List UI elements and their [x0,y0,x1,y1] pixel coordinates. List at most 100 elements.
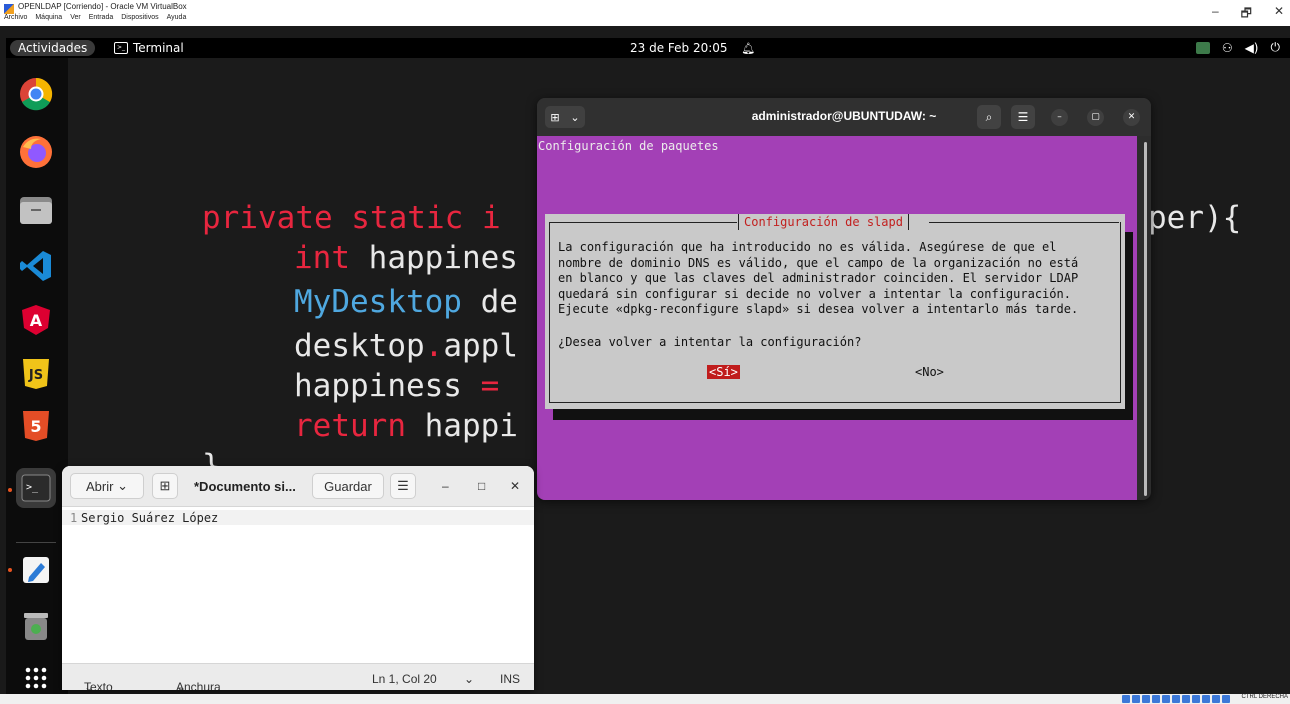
editor-menu-button[interactable]: ☰ [390,473,416,499]
open-button[interactable]: Abrir ⌄ [70,473,144,499]
dock-chrome[interactable] [16,74,56,114]
chrome-icon [20,77,53,111]
position-dropdown[interactable]: ⌄ [464,672,474,686]
menu-ver[interactable]: Ver [70,14,81,21]
open-button-label: Abrir [86,478,114,494]
host-minimize-button[interactable]: – [1212,4,1219,25]
virtualbox-statusbar: CTRL DERECHA [0,694,1290,704]
editor-headerbar: Abrir ⌄ ⊞ *Documento si... Guardar ☰ – □… [62,466,534,507]
cursor-position[interactable]: Ln 1, Col 20 [372,672,437,686]
host-close-button[interactable]: ✕ [1274,4,1284,25]
terminal-icon: >_ [114,42,128,54]
yes-button[interactable]: <Sí> [707,365,740,379]
angular-icon: A [22,305,50,335]
editor-text-area[interactable]: 1 Sergio Suárez López [62,507,534,663]
terminal-close-button[interactable]: ✕ [1123,109,1140,126]
html5-icon: 5 [23,411,49,441]
activities-button[interactable]: Actividades [10,40,96,56]
optical-drive-icon[interactable] [1132,695,1140,703]
editor-close-button[interactable]: ✕ [510,479,520,493]
clock[interactable]: 23 de Feb 20:05 🔔︎ [630,41,755,55]
terminal-maximize-button[interactable]: ▢ [1087,109,1104,126]
system-tray[interactable]: ⚇ ◀) ⏻ [1195,40,1281,55]
terminal-app-icon: >_ [21,474,51,502]
dock-show-apps[interactable] [16,658,56,694]
host-window-controls: – 🗗 ✕ [1212,4,1284,25]
terminal-content[interactable]: Configuración de paquetes Configuración … [537,136,1137,500]
menu-entrada[interactable]: Entrada [89,14,114,21]
cpu-icon[interactable] [1202,695,1210,703]
running-indicator [8,568,12,572]
svg-text:5: 5 [30,417,41,436]
menu-maquina[interactable]: Máquina [35,14,62,21]
terminal-window: ⊞ ⌄ administrador@UBUNTUDAW: ~ ⌕ ☰ – ▢ ✕… [537,98,1151,500]
package-config-header: Configuración de paquetes [538,139,719,153]
terminal-search-button[interactable]: ⌕ [977,105,1001,129]
dialog-frame-top [549,222,737,223]
mouse-integration-icon[interactable] [1212,695,1220,703]
firefox-icon [20,136,52,168]
host-restore-button[interactable]: 🗗 [1241,4,1252,25]
network-adapter-icon[interactable] [1152,695,1160,703]
terminal-menu-button[interactable]: ☰ [1011,105,1035,129]
guest-desktop: Actividades >_ Terminal 23 de Feb 20:05 … [6,38,1290,694]
wallpaper-code-line: int happines [294,240,518,276]
display-icon[interactable] [1182,695,1190,703]
folder-icon [20,197,52,224]
editor-maximize-button[interactable]: □ [478,479,485,493]
minimize-icon: – [1057,112,1062,122]
trash-icon [24,613,48,640]
recording-icon[interactable] [1192,695,1200,703]
keyboard-icon[interactable] [1222,695,1230,703]
new-tab-button[interactable]: ⊞ [152,473,178,499]
dock-separator [16,542,56,543]
chevron-down-icon: ⌄ [84,680,95,690]
power-icon: ⏻ [1270,40,1281,54]
dock-text-editor[interactable] [16,550,56,590]
virtualbox-tray-icon [1195,41,1210,54]
dock-firefox[interactable] [16,132,56,172]
audio-icon[interactable] [1142,695,1150,703]
javascript-icon: JS [23,359,49,389]
dock-html5[interactable]: 5 [16,406,56,446]
window-title: OPENLDAP [Corriendo] - Oracle VM Virtual… [18,2,187,11]
menu-dispositivos[interactable]: Dispositivos [121,14,158,21]
dock-trash[interactable] [16,606,56,646]
app-menu-label: Terminal [133,41,184,55]
close-icon: ✕ [1127,112,1136,122]
running-indicator [8,488,12,492]
menu-archivo[interactable]: Archivo [4,14,27,21]
dock-vscode[interactable] [16,246,56,286]
editor-minimize-button[interactable]: – [442,479,449,493]
no-button[interactable]: <No> [915,365,944,379]
menu-ayuda[interactable]: Ayuda [167,14,187,21]
terminal-headerbar: ⊞ ⌄ administrador@UBUNTUDAW: ~ ⌕ ☰ – ▢ ✕ [537,98,1151,136]
dialog-message: La configuración que ha introducido no e… [558,240,1079,317]
shared-folder-icon[interactable] [1172,695,1180,703]
dialog-frame-top [929,222,1119,223]
insert-mode-indicator[interactable]: INS [500,672,520,686]
dock-angular[interactable]: A [16,300,56,340]
app-menu[interactable]: >_ Terminal [114,41,184,55]
disk-icon[interactable] [1122,695,1130,703]
usb-icon[interactable] [1162,695,1170,703]
hamburger-icon: ☰ [1017,110,1029,124]
wallpaper-code-line: desktop.appl [294,328,518,364]
statusbar-device-icons [1122,695,1230,703]
dock-javascript[interactable]: JS [16,354,56,394]
dock-terminal[interactable]: >_ [16,468,56,508]
dialog-question: ¿Desea volver a intentar la configuració… [558,335,862,349]
wallpaper-code-line: happiness = [294,368,500,404]
terminal-scrollbar[interactable] [1144,142,1147,496]
slapd-config-dialog: Configuración de slapd La configuración … [545,214,1125,409]
clock-text: 23 de Feb 20:05 [630,41,728,55]
line-text: Sergio Suárez López [81,511,219,525]
dock-files[interactable] [16,190,56,230]
virtualbox-titlebar: OPENLDAP [Corriendo] - Oracle VM Virtual… [0,0,1290,26]
save-button[interactable]: Guardar [312,473,384,499]
gnome-topbar: Actividades >_ Terminal 23 de Feb 20:05 … [6,38,1290,58]
host-menubar: Archivo Máquina Ver Entrada Dispositivos… [4,14,186,21]
editor-statusbar: Texto plano ⌄ Anchura del tabulador: 8 ⌄… [62,663,534,690]
grid-icon [25,667,47,689]
terminal-minimize-button[interactable]: – [1051,109,1068,126]
